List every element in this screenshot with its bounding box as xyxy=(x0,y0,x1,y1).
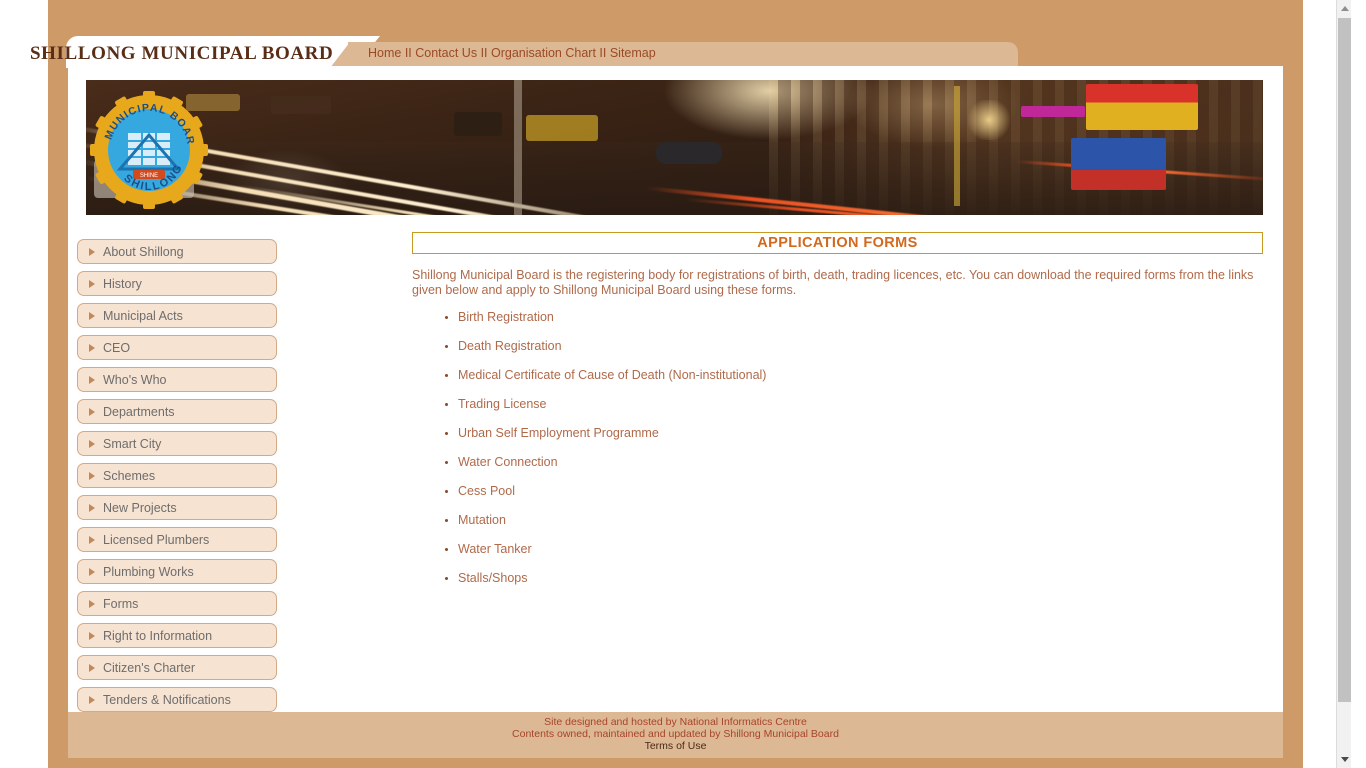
chevron-right-icon xyxy=(89,375,95,384)
chevron-right-icon xyxy=(89,535,95,544)
chevron-right-icon xyxy=(89,471,95,480)
banner-image xyxy=(86,80,1263,215)
intro-paragraph: Shillong Municipal Board is the register… xyxy=(412,268,1254,297)
banner-vehicle xyxy=(271,96,331,114)
vertical-scrollbar[interactable] xyxy=(1336,0,1351,768)
sidebar-item-label: Tenders & Notifications xyxy=(103,692,231,707)
nav-separator: II xyxy=(595,46,610,60)
top-nav-links: Home II Contact Us II Organisation Chart… xyxy=(368,46,656,60)
triangle-down-icon xyxy=(1340,757,1349,762)
form-link-mutation[interactable]: Mutation xyxy=(445,513,1264,527)
scrollbar-thumb[interactable] xyxy=(1338,18,1351,702)
sidebar-item-label: About Shillong xyxy=(103,244,184,259)
sidebar-item-label: Right to Information xyxy=(103,628,213,643)
sidebar-item-smart-city[interactable]: Smart City xyxy=(77,431,277,456)
banner-shop-booth xyxy=(1071,138,1166,190)
sidebar-item-new-projects[interactable]: New Projects xyxy=(77,495,277,520)
browser-viewport: SHILLONG MUNICIPAL BOARD Home II Contact… xyxy=(0,0,1351,768)
sidebar-item-label: New Projects xyxy=(103,500,177,515)
banner-storefront-glow xyxy=(966,100,1012,140)
banner-sign-big-glamour xyxy=(1021,106,1085,117)
sidebar-item-label: Citizen's Charter xyxy=(103,660,195,675)
sidebar-item-departments[interactable]: Departments xyxy=(77,399,277,424)
site-footer: Site designed and hosted by National Inf… xyxy=(68,712,1283,758)
municipal-board-emblem-icon: SHINE MUNICIPAL BOARD SHILLONG xyxy=(86,82,208,209)
banner-signboard-exhibition xyxy=(1086,84,1198,130)
sidebar-item-municipal-acts[interactable]: Municipal Acts xyxy=(77,303,277,328)
sidebar-item-whos-who[interactable]: Who's Who xyxy=(77,367,277,392)
chevron-right-icon xyxy=(89,599,95,608)
sidebar-item-label: Forms xyxy=(103,596,139,611)
sidebar-item-label: Who's Who xyxy=(103,372,167,387)
sidebar-item-label: Departments xyxy=(103,404,175,419)
page-title: APPLICATION FORMS xyxy=(757,235,918,251)
banner-lamp-post xyxy=(954,86,960,206)
form-link-cess-pool[interactable]: Cess Pool xyxy=(445,484,1264,498)
nav-separator: II xyxy=(477,46,491,60)
nav-separator: II xyxy=(401,46,416,60)
chevron-right-icon xyxy=(89,631,95,640)
sidebar-item-plumbing-works[interactable]: Plumbing Works xyxy=(77,559,277,584)
sidebar-item-label: History xyxy=(103,276,142,291)
chevron-right-icon xyxy=(89,663,95,672)
nav-item-home[interactable]: Home xyxy=(368,46,401,60)
content-panel: SHINE MUNICIPAL BOARD SHILLONG About Shi… xyxy=(68,66,1283,758)
chevron-right-icon xyxy=(89,439,95,448)
scroll-down-button[interactable] xyxy=(1337,751,1351,768)
chevron-right-icon xyxy=(89,567,95,576)
banner-vehicle xyxy=(526,115,598,141)
sidebar-item-licensed-plumbers[interactable]: Licensed Plumbers xyxy=(77,527,277,552)
footer-line-contents-owned-by: Contents owned, maintained and updated b… xyxy=(512,728,839,740)
site-logo-text: SHILLONG MUNICIPAL BOARD xyxy=(30,43,334,64)
chevron-right-icon xyxy=(89,503,95,512)
footer-line-designed-by: Site designed and hosted by National Inf… xyxy=(544,716,807,728)
forms-list: Birth Registration Death Registration Me… xyxy=(412,310,1264,585)
banner-vehicle xyxy=(656,142,722,164)
sidebar-item-schemes[interactable]: Schemes xyxy=(77,463,277,488)
chevron-right-icon xyxy=(89,247,95,256)
chevron-right-icon xyxy=(89,279,95,288)
form-link-water-tanker[interactable]: Water Tanker xyxy=(445,542,1264,556)
nav-item-sitemap[interactable]: Sitemap xyxy=(610,46,656,60)
sidebar-item-label: CEO xyxy=(103,340,131,355)
chevron-right-icon xyxy=(89,695,95,704)
sidebar-item-label: Plumbing Works xyxy=(103,564,194,579)
sidebar-item-label: Municipal Acts xyxy=(103,308,183,323)
sidebar-item-label: Smart City xyxy=(103,436,162,451)
sidebar-menu: About Shillong History Municipal Acts CE… xyxy=(77,239,287,719)
banner-lamp-post xyxy=(514,80,522,215)
sidebar-item-citizens-charter[interactable]: Citizen's Charter xyxy=(77,655,277,680)
sidebar-item-forms[interactable]: Forms xyxy=(77,591,277,616)
form-link-trading-license[interactable]: Trading License xyxy=(445,397,1264,411)
form-link-stalls-shops[interactable]: Stalls/Shops xyxy=(445,571,1264,585)
sidebar-item-label: Schemes xyxy=(103,468,156,483)
sidebar-item-history[interactable]: History xyxy=(77,271,277,296)
page-title-box: APPLICATION FORMS xyxy=(412,232,1263,254)
form-link-death-registration[interactable]: Death Registration xyxy=(445,339,1264,353)
sidebar-item-right-to-information[interactable]: Right to Information xyxy=(77,623,277,648)
form-link-water-connection[interactable]: Water Connection xyxy=(445,455,1264,469)
form-link-birth-registration[interactable]: Birth Registration xyxy=(445,310,1264,324)
footer-terms-of-use-link[interactable]: Terms of Use xyxy=(68,740,1283,752)
main-content: APPLICATION FORMS Shillong Municipal Boa… xyxy=(412,232,1264,600)
chevron-right-icon xyxy=(89,407,95,416)
nav-item-contact-us[interactable]: Contact Us xyxy=(415,46,477,60)
chevron-right-icon xyxy=(89,311,95,320)
triangle-up-icon xyxy=(1340,6,1349,11)
banner-vehicle xyxy=(454,112,502,136)
nav-item-organisation-chart[interactable]: Organisation Chart xyxy=(491,46,596,60)
svg-text:SHINE: SHINE xyxy=(140,173,158,179)
scroll-up-button[interactable] xyxy=(1337,0,1351,17)
form-link-medical-certificate-cause-of-death[interactable]: Medical Certificate of Cause of Death (N… xyxy=(445,368,1264,382)
form-link-urban-self-employment-programme[interactable]: Urban Self Employment Programme xyxy=(445,426,1264,440)
chevron-right-icon xyxy=(89,343,95,352)
sidebar-item-ceo[interactable]: CEO xyxy=(77,335,277,360)
sidebar-item-tenders-notifications[interactable]: Tenders & Notifications xyxy=(77,687,277,712)
sidebar-item-about-shillong[interactable]: About Shillong xyxy=(77,239,277,264)
sidebar-item-label: Licensed Plumbers xyxy=(103,532,210,547)
